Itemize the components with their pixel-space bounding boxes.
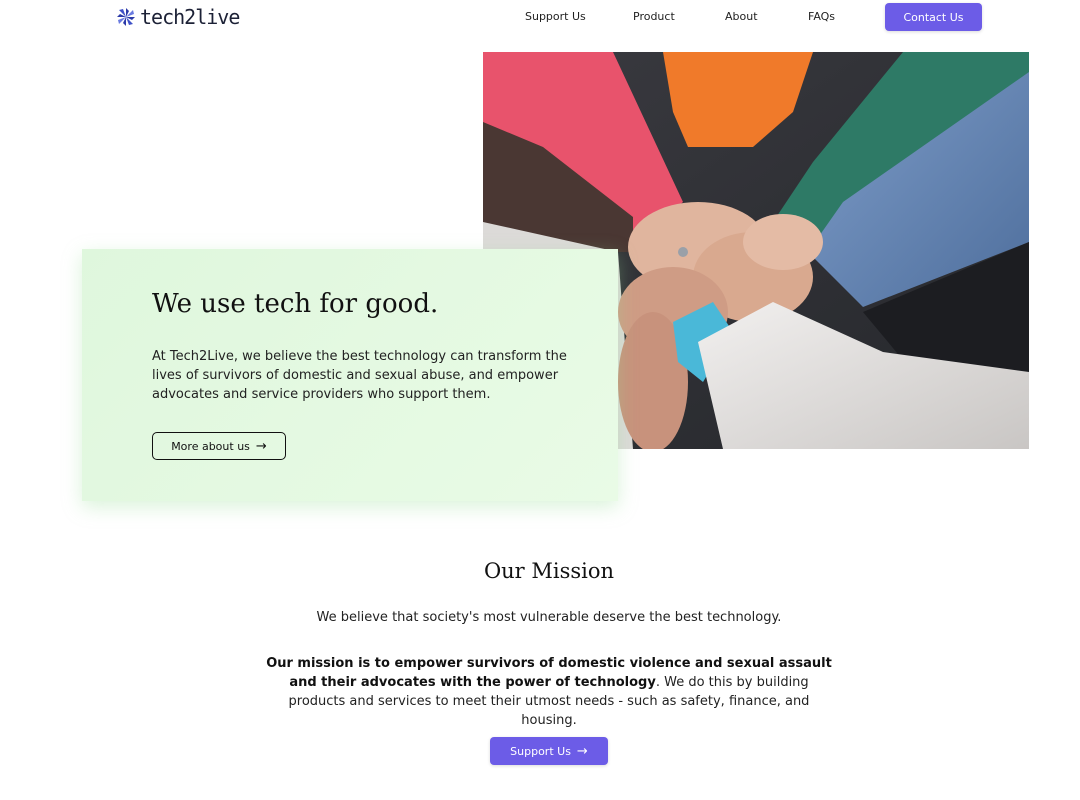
nav-support-us[interactable]: Support Us	[525, 10, 586, 23]
hero-title: We use tech for good.	[152, 289, 439, 319]
mission-title: Our Mission	[483, 559, 615, 583]
site-header: tech2live Support Us Product About FAQs …	[0, 0, 1080, 36]
more-about-us-button[interactable]: More about us →	[152, 432, 286, 460]
contact-us-button[interactable]: Contact Us	[885, 3, 982, 31]
support-us-button[interactable]: Support Us →	[490, 737, 608, 765]
arrow-right-icon: →	[255, 438, 267, 454]
nav-faqs[interactable]: FAQs	[808, 10, 835, 23]
asterisk-logo-icon	[117, 8, 135, 26]
mission-subtitle: We believe that society's most vulnerabl…	[316, 610, 782, 625]
hero-description: At Tech2Live, we believe the best techno…	[152, 349, 567, 402]
nav-product[interactable]: Product	[633, 10, 675, 23]
more-about-us-label: More about us	[171, 439, 250, 453]
mission-body: Our mission is to empower survivors of d…	[264, 654, 834, 730]
logo-text: tech2live	[140, 5, 240, 29]
nav-about[interactable]: About	[725, 10, 758, 23]
arrow-right-icon: →	[576, 743, 588, 759]
contact-us-label: Contact Us	[903, 10, 964, 24]
hero-card: We use tech for good. At Tech2Live, we b…	[82, 249, 618, 501]
logo[interactable]: tech2live	[116, 3, 240, 31]
support-us-label: Support Us	[510, 744, 571, 758]
